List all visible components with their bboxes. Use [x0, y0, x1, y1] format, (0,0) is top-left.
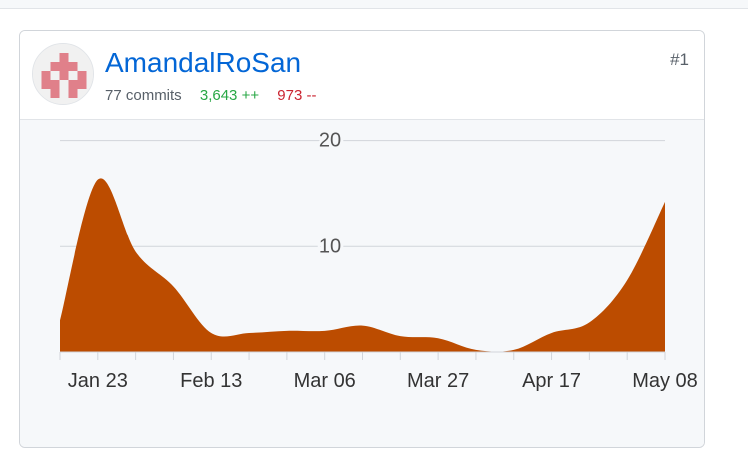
x-tick-label: Feb 13: [180, 370, 242, 392]
avatar[interactable]: [32, 43, 94, 105]
identicon-cell: [50, 62, 60, 71]
y-tick-label: 10: [319, 235, 341, 257]
identicon-cell: [59, 71, 69, 80]
x-tick-label: Mar 06: [294, 370, 356, 392]
contributor-card: AmandalRoSan 77 commits 3,643 ++ 973 -- …: [19, 30, 705, 448]
contributor-username-link[interactable]: AmandalRoSan: [105, 49, 301, 77]
identicon-cell: [59, 62, 69, 71]
identicon-cell: [50, 80, 60, 89]
commit-count[interactable]: 77 commits: [105, 87, 182, 104]
identicon-cell: [50, 89, 60, 98]
top-strip: [0, 0, 748, 9]
identicon-cell: [41, 80, 51, 89]
additions-count: 3,643 ++: [199, 87, 260, 104]
identicon-avatar: [33, 44, 93, 104]
x-tick-label: May 08: [632, 370, 698, 392]
x-tick-label: Apr 17: [522, 370, 581, 392]
identicon-cell: [68, 89, 78, 98]
y-tick-label: 20: [319, 130, 341, 152]
identicon-cell: [68, 80, 78, 89]
contributor-rank: #1: [670, 50, 689, 69]
contribution-chart-svg: 10 20 Jan 23 Feb 13 Mar 06 Mar 27 Apr 17 May 08: [59, 127, 698, 392]
identicon-cell: [77, 71, 87, 80]
x-tick-label: Jan 23: [68, 370, 128, 392]
card-header: AmandalRoSan 77 commits 3,643 ++ 973 -- …: [20, 31, 704, 120]
identicon-cell: [77, 80, 87, 89]
identicon-cell: [41, 71, 51, 80]
identicon-cell: [59, 53, 69, 62]
deletions-count: 973 --: [277, 87, 317, 104]
contribution-area: [60, 178, 665, 352]
x-tick-label: Mar 27: [407, 370, 469, 392]
contribution-chart: 10 20 Jan 23 Feb 13 Mar 06 Mar 27 Apr 17 May 08: [20, 120, 704, 447]
identicon-cell: [68, 62, 78, 71]
contributor-stats: 77 commits 3,643 ++ 973 --: [105, 88, 330, 103]
